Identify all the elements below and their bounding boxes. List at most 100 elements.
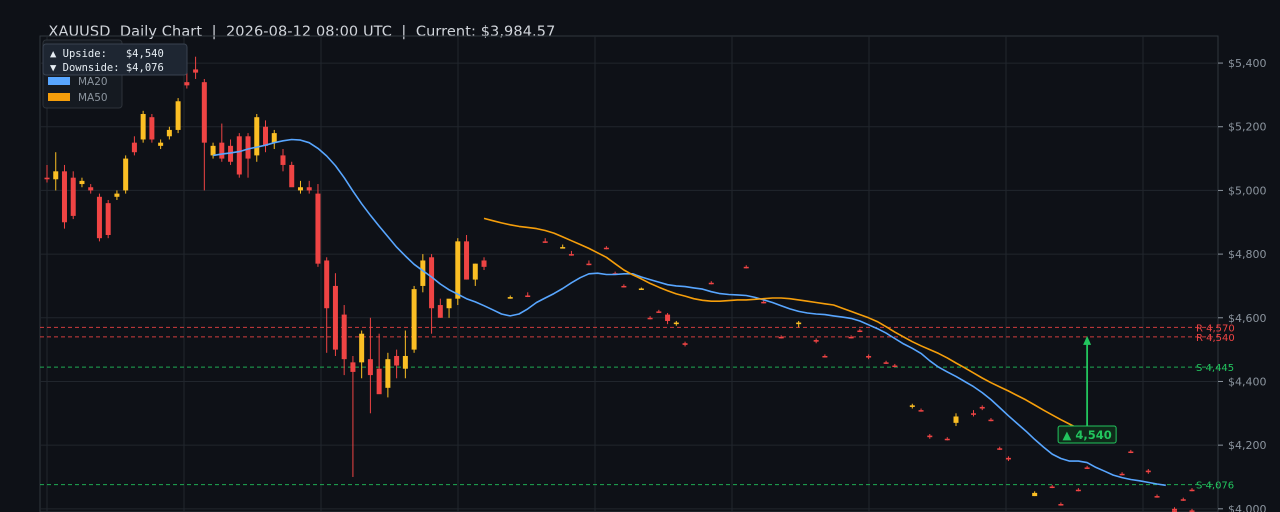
candle-down — [464, 241, 470, 280]
candle-down — [866, 355, 872, 358]
candle-up — [953, 416, 959, 423]
candle-down — [1172, 508, 1178, 511]
candle-down — [367, 359, 373, 376]
candle-down — [315, 193, 321, 264]
candle-up — [297, 187, 303, 191]
candle-down — [184, 82, 190, 86]
candle-up — [114, 193, 120, 197]
candle-down — [988, 419, 994, 422]
candle-up — [254, 117, 260, 156]
candle-up — [271, 133, 277, 143]
candle-down — [944, 438, 950, 441]
y-tick-label: $4,600 — [1228, 312, 1267, 325]
candle-down — [1075, 489, 1081, 492]
candle-down — [848, 336, 854, 339]
candle-up — [140, 114, 146, 140]
candle-down — [105, 203, 111, 235]
y-tick-label: $5,000 — [1228, 184, 1267, 197]
candle-down — [997, 448, 1003, 450]
candle-up — [402, 355, 408, 369]
candle-down — [1084, 467, 1090, 469]
candle-down — [1154, 496, 1160, 498]
y-tick-label: $5,400 — [1228, 57, 1267, 70]
y-tick-label: $4,400 — [1228, 375, 1267, 388]
candle-down — [96, 196, 102, 239]
candle-up — [796, 322, 802, 325]
legend-label: MA50 — [78, 92, 108, 104]
legend-swatch — [48, 77, 70, 85]
candle-down — [236, 136, 242, 175]
candle-down — [341, 314, 347, 360]
level-label-support: S 4,445 — [1196, 363, 1234, 374]
candle-down — [481, 260, 487, 267]
candle-down — [743, 266, 749, 269]
candle-down — [280, 155, 286, 165]
candle-down — [193, 69, 199, 73]
candle-down — [1189, 489, 1195, 492]
candle-down — [1005, 457, 1011, 460]
candle-down — [568, 254, 574, 256]
candle-up — [210, 145, 216, 156]
legend-swatch — [48, 93, 70, 101]
candle-up — [411, 289, 417, 350]
candle-up — [909, 405, 915, 407]
moving-averages — [212, 138, 1166, 487]
candle-down — [289, 164, 295, 188]
candle-down — [263, 126, 269, 146]
candle-down — [778, 336, 784, 339]
candle-down — [1145, 470, 1151, 473]
candle-down — [44, 177, 50, 180]
candles — [44, 56, 1195, 512]
candle-up — [446, 298, 452, 309]
candle-down — [306, 187, 312, 191]
candle-down — [892, 365, 898, 368]
candle-down — [245, 136, 251, 159]
candle-down — [813, 340, 819, 342]
targets-box: ▲ Upside: $4,540 ▼ Downside: $4,076 — [42, 43, 188, 76]
candle-down — [979, 406, 985, 409]
candle-down — [682, 343, 688, 345]
candle-down — [603, 247, 609, 250]
upside-target: ▲ Upside: $4,540 — [50, 48, 164, 60]
candle-down — [149, 117, 155, 140]
ma-line-ma20 — [212, 138, 1166, 487]
candle-down — [88, 187, 94, 191]
y-tick-label: $4,000 — [1228, 503, 1267, 512]
candle-down — [665, 314, 671, 321]
candle-up — [1032, 492, 1038, 497]
candle-down — [621, 285, 627, 288]
candle-down — [61, 171, 67, 223]
level-label-support: S 4,076 — [1196, 481, 1234, 492]
candle-down — [927, 435, 933, 438]
candle-down — [542, 241, 548, 243]
candle-down — [1180, 499, 1186, 501]
y-axis: $4,000 $4,200 $4,400 $4,600 $4,800 $5,000 $5,2… — [1218, 57, 1267, 512]
legend-label: MA20 — [78, 76, 108, 88]
price-chart[interactable]: R 4,570R 4,540S 4,445S 4,076 $4,000$4,20… — [0, 0, 1280, 512]
candle-up — [638, 288, 644, 290]
candle-down — [437, 305, 443, 318]
candle-up — [53, 171, 59, 180]
target-badge-label: ▲ 4,540 — [1062, 428, 1111, 442]
candle-down — [324, 260, 330, 309]
candle-down — [1128, 451, 1134, 454]
downside-target: ▼ Downside: $4,076 — [50, 62, 164, 74]
y-tick-label: $5,200 — [1228, 121, 1267, 134]
candle-down — [201, 82, 207, 143]
y-tick-label: $4,800 — [1228, 248, 1267, 261]
candle-down — [586, 263, 592, 266]
target-marker: ▲ 4,540 — [1057, 335, 1117, 444]
candle-down — [70, 177, 76, 216]
candle-up — [166, 129, 172, 137]
candle-down — [656, 311, 662, 313]
candle-up — [175, 101, 181, 130]
candle-up — [79, 180, 85, 185]
candle-down — [429, 257, 435, 309]
candle-down — [970, 413, 976, 415]
candle-up — [673, 322, 679, 325]
candle-down — [219, 142, 225, 159]
candle-up — [158, 142, 164, 146]
candle-up — [359, 333, 365, 363]
candle-down — [761, 301, 767, 304]
level-label-resistance: R 4,540 — [1196, 333, 1235, 344]
